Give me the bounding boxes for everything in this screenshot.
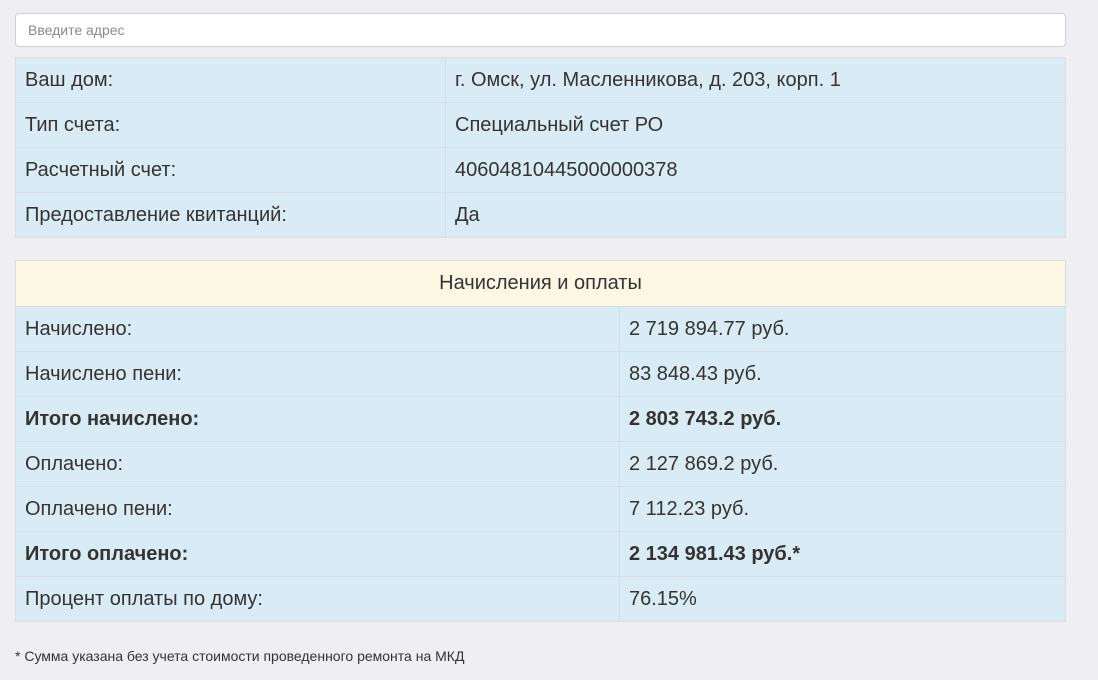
house-info-table: Ваш дом: г. Омск, ул. Масленникова, д. 2…: [15, 57, 1066, 238]
charged-penalty-value: 83 848.43 руб.: [619, 351, 1066, 397]
table-header-row: Начисления и оплаты: [15, 260, 1066, 307]
paid-penalty-label: Оплачено пени:: [15, 486, 620, 532]
paid-label: Оплачено:: [15, 441, 620, 487]
table-row: Процент оплаты по дому: 76.15%: [15, 576, 1066, 622]
account-type-value: Специальный счет РО: [445, 102, 1066, 148]
receipts-value: Да: [445, 192, 1066, 238]
table-row: Итого начислено: 2 803 743.2 руб.: [15, 396, 1066, 442]
table-row: Ваш дом: г. Омск, ул. Масленникова, д. 2…: [15, 57, 1066, 103]
footnote: * Сумма указана без учета стоимости пров…: [15, 648, 465, 664]
charged-penalty-label: Начислено пени:: [15, 351, 620, 397]
charged-label: Начислено:: [15, 306, 620, 352]
account-type-label: Тип счета:: [15, 102, 446, 148]
charges-payments-table: Начисления и оплаты Начислено: 2 719 894…: [15, 260, 1066, 622]
table-row: Начислено пени: 83 848.43 руб.: [15, 351, 1066, 397]
charged-value: 2 719 894.77 руб.: [619, 306, 1066, 352]
table-row: Итого оплачено: 2 134 981.43 руб.*: [15, 531, 1066, 577]
total-paid-value: 2 134 981.43 руб.*: [619, 531, 1066, 577]
table-row: Оплачено пени: 7 112.23 руб.: [15, 486, 1066, 532]
paid-penalty-value: 7 112.23 руб.: [619, 486, 1066, 532]
address-search-input[interactable]: [15, 13, 1066, 47]
total-charged-value: 2 803 743.2 руб.: [619, 396, 1066, 442]
table-row: Начислено: 2 719 894.77 руб.: [15, 306, 1066, 352]
receipts-label: Предоставление квитанций:: [15, 192, 446, 238]
total-charged-label: Итого начислено:: [15, 396, 620, 442]
total-paid-label: Итого оплачено:: [15, 531, 620, 577]
settlement-account-label: Расчетный счет:: [15, 147, 446, 193]
table-row: Тип счета: Специальный счет РО: [15, 102, 1066, 148]
house-value: г. Омск, ул. Масленникова, д. 203, корп.…: [445, 57, 1066, 103]
payment-percent-value: 76.15%: [619, 576, 1066, 622]
charges-payments-title: Начисления и оплаты: [15, 260, 1066, 307]
table-row: Предоставление квитанций: Да: [15, 192, 1066, 238]
table-row: Расчетный счет: 40604810445000000378: [15, 147, 1066, 193]
house-label: Ваш дом:: [15, 57, 446, 103]
paid-value: 2 127 869.2 руб.: [619, 441, 1066, 487]
settlement-account-value: 40604810445000000378: [445, 147, 1066, 193]
table-row: Оплачено: 2 127 869.2 руб.: [15, 441, 1066, 487]
payment-percent-label: Процент оплаты по дому:: [15, 576, 620, 622]
